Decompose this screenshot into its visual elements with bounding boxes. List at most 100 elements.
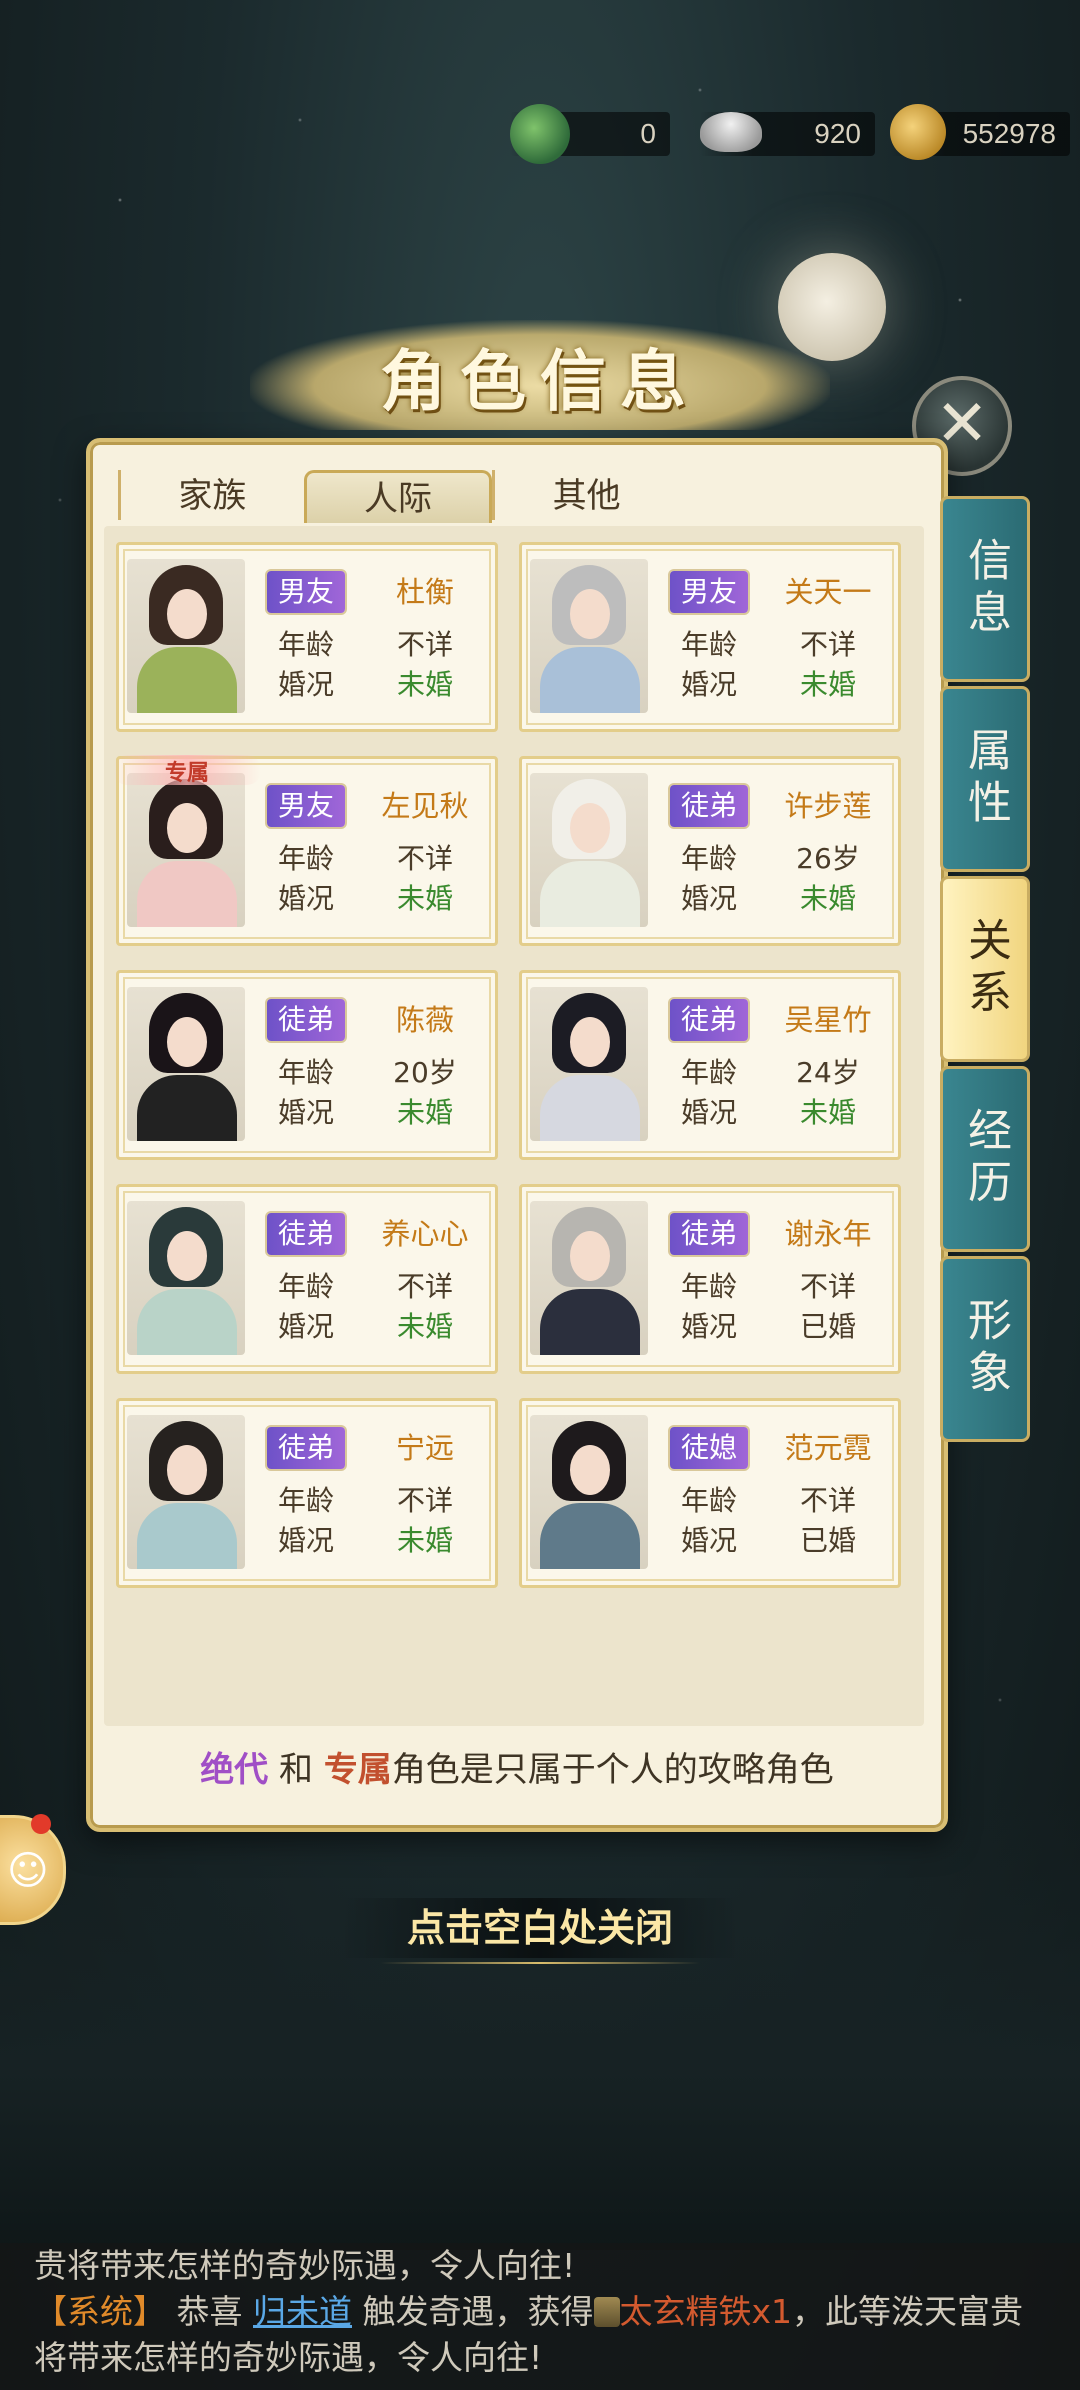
side-tab-relations[interactable]: 关系 (940, 876, 1030, 1062)
age-value: 不详 (799, 1270, 856, 1303)
role-badge: 徒媳 (670, 1427, 748, 1469)
chat-line-2: 【系统】 恭喜 归未道 触发奇遇，获得 太玄精铁x1，此等泼天富贵 (34, 2289, 1046, 2335)
age-label: 年龄 (277, 842, 334, 875)
chat-item[interactable]: 太玄精铁x1 (620, 2292, 793, 2331)
exclusive-badge: 专属 (113, 755, 261, 786)
character-name: 范元霓 (784, 1431, 872, 1465)
chat-user-link[interactable]: 归未道 (253, 2292, 352, 2331)
role-badge: 徒弟 (267, 1427, 345, 1469)
portrait-body (540, 861, 640, 927)
marital-value: 已婚 (799, 1524, 856, 1557)
footer-word-peerless: 绝代 (200, 1750, 269, 1790)
age-label: 年龄 (277, 1484, 334, 1517)
character-name: 杜衡 (395, 575, 454, 609)
portrait-body (540, 1075, 640, 1141)
relation-card[interactable]: 徒弟 养心心 年龄 不详 婚况 未婚 (116, 1184, 498, 1374)
currency-coin[interactable]: 552978 (890, 104, 1070, 160)
character-info-panel: 家族 人际 其他 男友 杜衡 年龄 不详 婚况 未婚 男友 关天一 年龄 不详 … (86, 438, 948, 1832)
marital-label: 婚况 (277, 1524, 334, 1557)
currency-jade-value: 0 (640, 118, 656, 149)
relation-card[interactable]: 男友 杜衡 年龄 不详 婚况 未婚 (116, 542, 498, 732)
character-name: 养心心 (381, 1217, 469, 1251)
currency-silver-value: 920 (814, 118, 861, 149)
marital-value: 未婚 (396, 882, 453, 915)
role-badge: 徒弟 (267, 1213, 345, 1255)
role-badge: 徒弟 (670, 999, 748, 1041)
relation-card[interactable]: 徒弟 许步莲 年龄 26岁 婚况 未婚 (519, 756, 901, 946)
age-label: 年龄 (680, 1484, 737, 1517)
marital-label: 婚况 (277, 668, 334, 701)
currency-jade[interactable]: 0 (510, 104, 670, 164)
portrait-face (167, 589, 207, 639)
age-label: 年龄 (680, 842, 737, 875)
character-name: 陈薇 (395, 1003, 454, 1037)
marital-value: 未婚 (396, 1524, 453, 1557)
footer-rest: 角色是只属于个人的攻略角色 (391, 1750, 834, 1790)
portrait-face (167, 1445, 207, 1495)
chat-tail: ，此等泼天富贵 (792, 2292, 1024, 2331)
relation-card[interactable]: 徒弟 宁远 年龄 不详 婚况 未婚 (116, 1398, 498, 1588)
portrait-body (540, 1289, 640, 1355)
marital-value: 未婚 (799, 882, 856, 915)
role-badge: 徒弟 (670, 785, 748, 827)
tab-family[interactable]: 家族 (118, 470, 304, 520)
character-portrait (127, 773, 245, 927)
side-tab-appearance[interactable]: 形象 (940, 1256, 1030, 1442)
marital-value: 未婚 (799, 1096, 856, 1129)
age-value: 26岁 (796, 842, 860, 875)
portrait-face (167, 1017, 207, 1067)
footer-note: 绝代 和 专属角色是只属于个人的攻略角色 (90, 1742, 944, 1791)
character-portrait (127, 987, 245, 1141)
relation-card[interactable]: 男友 关天一 年龄 不详 婚况 未婚 (519, 542, 901, 732)
role-badge: 徒弟 (670, 1213, 748, 1255)
portrait-face (570, 1017, 610, 1067)
chat-log[interactable]: 贵将带来怎样的奇妙际遇，令人向往! 【系统】 恭喜 归未道 触发奇遇，获得 太玄精… (0, 2243, 1080, 2390)
age-value: 不详 (396, 842, 453, 875)
age-value: 不详 (396, 1484, 453, 1517)
relation-card[interactable]: 专属 男友 左见秋 年龄 不详 婚况 未婚 (113, 755, 498, 946)
marital-value: 未婚 (396, 668, 453, 701)
notification-dot (31, 1814, 51, 1834)
currency-coin-value: 552978 (962, 118, 1056, 149)
relation-card[interactable]: 徒弟 吴星竹 年龄 24岁 婚况 未婚 (519, 970, 901, 1160)
top-tabs: 家族 人际 其他 (118, 470, 678, 523)
character-name: 关天一 (784, 575, 872, 609)
marital-value: 未婚 (799, 668, 856, 701)
relation-card[interactable]: 徒媳 范元霓 年龄 不详 婚况 已婚 (519, 1398, 901, 1588)
role-badge: 徒弟 (267, 999, 345, 1041)
currency-silver[interactable]: 920 (700, 112, 875, 156)
portrait-face (167, 803, 207, 853)
marital-label: 婚况 (277, 1096, 334, 1129)
character-portrait (127, 1415, 245, 1569)
marital-label: 婚况 (680, 668, 737, 701)
side-tab-info[interactable]: 信息 (940, 496, 1030, 682)
portrait-face (570, 803, 610, 853)
character-portrait (530, 987, 648, 1141)
chat-system-tag: 【系统】 (34, 2292, 166, 2331)
portrait-body (137, 861, 237, 927)
marital-value: 未婚 (396, 1096, 453, 1129)
close-hint[interactable]: 点击空白处关闭 (340, 1898, 740, 1964)
portrait-body (540, 1503, 640, 1569)
tab-relations[interactable]: 人际 (303, 470, 493, 523)
tab-other[interactable]: 其他 (492, 470, 678, 520)
relations-grid: 男友 杜衡 年龄 不详 婚况 未婚 男友 关天一 年龄 不详 婚况 未婚 专属 … (104, 526, 924, 1726)
marital-label: 婚况 (680, 1524, 737, 1557)
portrait-body (137, 1075, 237, 1141)
chat-congrats: 恭喜 (176, 2292, 243, 2331)
jade-currency-icon (510, 104, 570, 164)
side-tab-attributes[interactable]: 属性 (940, 686, 1030, 872)
relation-card[interactable]: 徒弟 陈薇 年龄 20岁 婚况 未婚 (116, 970, 498, 1160)
age-value: 24岁 (796, 1056, 860, 1089)
panel-title: 角色信息 (380, 342, 700, 420)
age-value: 20岁 (393, 1056, 457, 1089)
side-tab-history[interactable]: 经历 (940, 1066, 1030, 1252)
portrait-face (570, 1231, 610, 1281)
age-value: 不详 (799, 1484, 856, 1517)
age-value: 不详 (799, 628, 856, 661)
age-label: 年龄 (277, 1056, 334, 1089)
chat-event-text: 触发奇遇，获得 (362, 2292, 594, 2331)
character-name: 吴星竹 (784, 1003, 872, 1037)
character-name: 许步莲 (784, 789, 872, 823)
relation-card[interactable]: 徒弟 谢永年 年龄 不详 婚况 已婚 (519, 1184, 901, 1374)
